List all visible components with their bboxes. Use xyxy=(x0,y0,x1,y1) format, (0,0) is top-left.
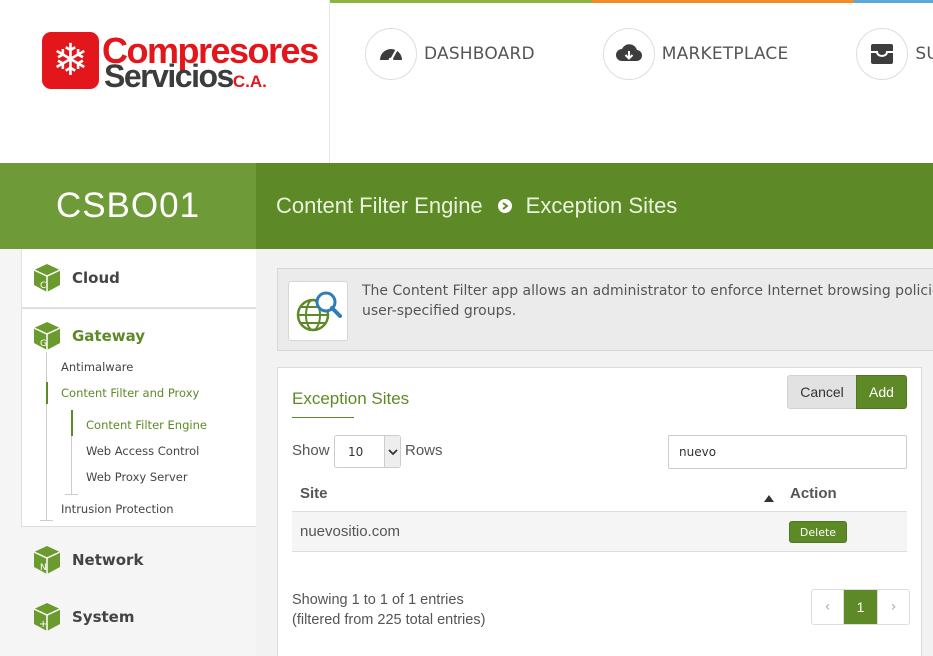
pagination-page-1[interactable]: 1 xyxy=(844,590,877,624)
breadcrumb-item-exception-sites: Exception Sites xyxy=(525,193,678,218)
app-description: The Content Filter app allows an adminis… xyxy=(362,281,933,321)
stripe-orange xyxy=(592,0,855,3)
column-header-site[interactable]: Site xyxy=(300,485,328,502)
nav-dashboard[interactable]: DASHBOARD xyxy=(365,28,535,80)
delete-button[interactable]: Delete xyxy=(789,521,847,543)
cube-icon: G xyxy=(33,322,61,350)
sidebar-item-content-filter-proxy[interactable]: Content Filter and Proxy xyxy=(61,386,199,400)
svg-text:+: + xyxy=(39,619,47,630)
inbox-icon xyxy=(856,28,909,80)
rows-per-page-select[interactable]: 10 xyxy=(334,435,401,468)
sidebar-item-gateway[interactable]: G Gateway xyxy=(0,319,256,353)
panel-title: Exception Sites xyxy=(292,389,410,408)
add-button[interactable]: Add xyxy=(856,375,907,409)
stripe-green xyxy=(330,0,593,3)
tree-line xyxy=(65,494,78,495)
nav-marketplace[interactable]: MARKETPLACE xyxy=(602,28,789,80)
snowflake-logo-icon: ❄ xyxy=(42,32,99,89)
sidebar-item-system[interactable]: + System xyxy=(0,601,256,633)
speedometer-icon xyxy=(365,28,417,80)
header: ❄ Compresores ServiciosC.A. DASHBOARD MA… xyxy=(0,0,933,163)
table-row: nuevositio.com Delete xyxy=(292,512,907,552)
chevron-down-icon xyxy=(384,436,400,467)
pagination-previous[interactable]: ‹ xyxy=(812,590,844,624)
cube-icon: + xyxy=(33,603,61,631)
sidebar-item-cloud[interactable]: C Cloud xyxy=(0,262,256,294)
sidebar-item-antimalware[interactable]: Antimalware xyxy=(61,360,133,374)
sidebar-label-cloud: Cloud xyxy=(72,269,120,287)
sidebar-item-intrusion-protection[interactable]: Intrusion Protection xyxy=(61,502,174,516)
globe-search-icon xyxy=(288,281,348,341)
tree-line xyxy=(40,520,53,521)
svg-text:G: G xyxy=(40,339,47,349)
cube-icon: N xyxy=(33,546,61,574)
rows-label: Rows xyxy=(405,442,443,459)
breadcrumb: Content Filter Engine Exception Sites xyxy=(276,163,677,249)
sidebar-item-web-access-control[interactable]: Web Access Control xyxy=(86,444,199,458)
sort-ascending-icon[interactable] xyxy=(764,487,774,506)
sidebar-item-content-filter-engine[interactable]: Content Filter Engine xyxy=(86,418,207,432)
sidebar-item-web-proxy-server[interactable]: Web Proxy Server xyxy=(86,470,188,484)
table-info: Showing 1 to 1 of 1 entries (filtered fr… xyxy=(292,592,486,628)
nav-marketplace-label: MARKETPLACE xyxy=(661,44,789,64)
app-description-line2: user-specified groups. xyxy=(362,303,517,319)
cube-icon: C xyxy=(33,264,61,292)
sidebar-label-gateway: Gateway xyxy=(72,327,146,345)
hostname-area: CSBO01 xyxy=(0,163,256,249)
nav-support[interactable]: SU xyxy=(856,28,933,80)
top-stripe xyxy=(330,0,933,3)
rows-per-page-value: 10 xyxy=(348,445,364,459)
tree-active-marker xyxy=(71,410,73,436)
panel-title-underline xyxy=(292,417,354,418)
arrow-right-circle-icon xyxy=(497,199,512,213)
show-label: Show xyxy=(292,442,330,459)
site-cell: nuevositio.com xyxy=(300,523,401,540)
sidebar-label-system: System xyxy=(72,608,135,626)
logo-area[interactable]: ❄ Compresores ServiciosC.A. xyxy=(0,0,330,163)
svg-text:C: C xyxy=(40,281,46,291)
stripe-blue xyxy=(854,0,933,3)
sidebar-label-network: Network xyxy=(72,551,144,569)
brand-line2: ServiciosC.A. xyxy=(104,58,267,95)
app-description-line1: The Content Filter app allows an adminis… xyxy=(362,283,933,299)
table-header: Site Action xyxy=(292,477,907,512)
tree-active-marker xyxy=(46,382,48,404)
sidebar-item-network[interactable]: N Network xyxy=(0,544,256,576)
page: ❄ Compresores ServiciosC.A. DASHBOARD MA… xyxy=(0,0,933,656)
app-info-box: The Content Filter app allows an adminis… xyxy=(277,268,933,351)
cloud-download-icon xyxy=(602,28,655,80)
nav-dashboard-label: DASHBOARD xyxy=(424,44,535,64)
breadcrumb-item-content-filter-engine[interactable]: Content Filter Engine xyxy=(276,193,483,219)
brand-suffix: C.A. xyxy=(232,72,267,91)
pagination: ‹ 1 › xyxy=(811,589,910,625)
column-header-action: Action xyxy=(790,485,837,502)
brand-line2-text: Servicios xyxy=(104,58,234,94)
title-band: CSBO01 Content Filter Engine Exception S… xyxy=(0,163,933,249)
pagination-next[interactable]: › xyxy=(877,590,909,624)
svg-text:N: N xyxy=(40,563,47,573)
hostname: CSBO01 xyxy=(55,186,201,225)
nav-support-label: SU xyxy=(915,44,933,64)
top-nav: DASHBOARD MARKETPLACE SU xyxy=(365,28,933,80)
search-input[interactable] xyxy=(668,435,907,469)
exception-sites-panel: Exception Sites Cancel Add Show 10 Rows … xyxy=(277,367,922,656)
cancel-button[interactable]: Cancel xyxy=(787,375,857,409)
tree-line xyxy=(46,352,47,520)
